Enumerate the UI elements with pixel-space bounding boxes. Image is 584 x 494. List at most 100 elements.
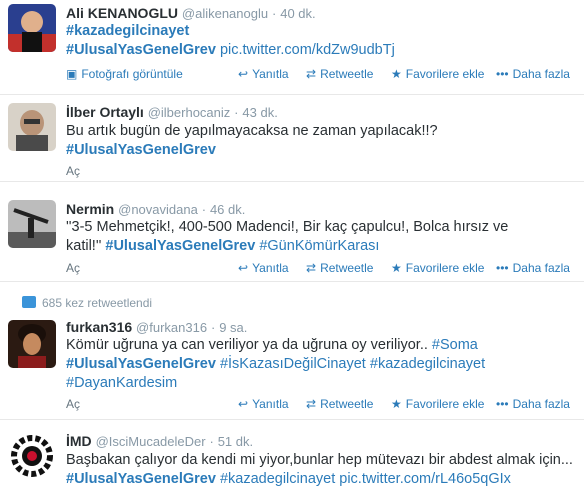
- reply-icon: ↩: [238, 397, 249, 411]
- hashtag-link[interactable]: #UlusalYasGenelGrev: [66, 142, 216, 158]
- tweet-line: #UlusalYasGenelGrev #İsKazasıDeğilCinaye…: [66, 355, 485, 374]
- star-icon: ★: [391, 397, 402, 411]
- username[interactable]: @alikenanoglu: [182, 6, 268, 21]
- reply-icon: ↩: [238, 67, 249, 81]
- tweet[interactable]: İMD @IsciMucadeleDer · 51 dk. Başbakan ç…: [0, 426, 584, 494]
- tweet-text-segment: katil!'': [66, 238, 106, 254]
- tweet-header: İMD @IsciMucadeleDer · 51 dk.: [66, 433, 254, 449]
- avatar[interactable]: [8, 432, 56, 480]
- fullname[interactable]: Ali KENANOGLU: [66, 5, 178, 21]
- retweet-context-icon: [22, 296, 36, 308]
- photo-icon: ▣: [66, 67, 78, 81]
- tweet[interactable]: İlber Ortaylı @ilberhocaniz · 43 dk. Bu …: [0, 95, 584, 182]
- tweet-line: #DayanKardesim: [66, 374, 485, 393]
- hashtag-link[interactable]: #UlusalYasGenelGrev: [66, 42, 216, 58]
- hashtag-link[interactable]: #GünKömürKarası: [259, 238, 379, 254]
- tweet-actions: Aç ↩ Yanıtla ⇄ Retweetle ★ Favorilere ekle …: [66, 261, 584, 277]
- avatar-image: [8, 103, 56, 151]
- hashtag-link[interactable]: #UlusalYasGenelGrev: [66, 356, 216, 372]
- retweet-button[interactable]: ⇄ Retweetle: [306, 397, 373, 411]
- tweet-stream: Ali KENANOGLU @alikenanoglu · 40 dk. #ka…: [0, 0, 584, 494]
- tweet[interactable]: Ali KENANOGLU @alikenanoglu · 40 dk. #ka…: [0, 0, 584, 95]
- retweet-icon: ⇄: [306, 397, 317, 411]
- tweet-text-segment: Kömür uğruna ya can veriliyor ya da uğru…: [66, 337, 432, 353]
- username[interactable]: @furkan316: [136, 320, 207, 335]
- view-photo-button[interactable]: ▣ Fotoğrafı görüntüle: [66, 67, 183, 81]
- star-icon: ★: [391, 261, 402, 275]
- tweet-text: Bu artık bugün de yapılmayacaksa ne zama…: [66, 122, 438, 160]
- username[interactable]: @novavidana: [118, 202, 198, 217]
- hashtag-link[interactable]: #kazadegilcinayet: [66, 23, 189, 39]
- retweet-button[interactable]: ⇄ Retweetle: [306, 261, 373, 275]
- hashtag-link[interactable]: #kazadegilcinayet: [220, 471, 335, 487]
- avatar-image: [8, 200, 56, 248]
- reply-icon: ↩: [238, 261, 249, 275]
- timestamp[interactable]: 51 dk.: [218, 434, 253, 449]
- expand-button[interactable]: Aç: [66, 164, 80, 178]
- more-icon: •••: [496, 67, 509, 81]
- favorite-button[interactable]: ★ Favorilere ekle: [391, 397, 484, 411]
- avatar-image: [8, 320, 56, 368]
- timestamp[interactable]: 40 dk.: [280, 6, 315, 21]
- fullname[interactable]: furkan316: [66, 319, 132, 335]
- tweet-text-segment: ''3-5 Mehmetçik!, 400-500 Madenci!, Bir …: [66, 219, 509, 235]
- hashtag-link[interactable]: #DayanKardesim: [66, 375, 177, 391]
- expand-button[interactable]: Aç: [66, 397, 80, 411]
- reply-button[interactable]: ↩ Yanıtla: [238, 397, 289, 411]
- avatar[interactable]: [8, 4, 56, 52]
- more-icon: •••: [496, 261, 509, 275]
- tweet-line: Başbakan çalıyor da kendi mi yiyor,bunla…: [66, 451, 573, 470]
- more-button[interactable]: ••• Daha fazla: [496, 397, 570, 411]
- tweet-line: #UlusalYasGenelGrev #kazadegilcinayet pi…: [66, 470, 573, 489]
- avatar-image: [8, 432, 56, 480]
- fullname[interactable]: İlber Ortaylı: [66, 104, 144, 120]
- avatar-image: [8, 4, 56, 52]
- retweet-button[interactable]: ⇄ Retweetle: [306, 67, 373, 81]
- tweet-text: #kazadegilcinayet #UlusalYasGenelGrev pi…: [66, 22, 395, 60]
- fullname[interactable]: Nermin: [66, 201, 114, 217]
- tweet-line: #kazadegilcinayet: [66, 22, 395, 41]
- hashtag-link[interactable]: #UlusalYasGenelGrev: [105, 238, 255, 254]
- tweet-line: Bu artık bugün de yapılmayacaksa ne zama…: [66, 122, 438, 141]
- retweet-icon: ⇄: [306, 261, 317, 275]
- retweet-icon: ⇄: [306, 67, 317, 81]
- hashtag-link[interactable]: #İsKazasıDeğilCinayet: [220, 356, 366, 372]
- tweet-line: #UlusalYasGenelGrev pic.twitter.com/kdZw…: [66, 41, 395, 60]
- tweet[interactable]: 685 kez retweetlendi furkan316 @furkan31…: [0, 292, 584, 420]
- avatar[interactable]: [8, 320, 56, 368]
- favorite-button[interactable]: ★ Favorilere ekle: [391, 261, 484, 275]
- hashtag-link[interactable]: #UlusalYasGenelGrev: [66, 471, 216, 487]
- expand-button[interactable]: Aç: [66, 261, 80, 275]
- timestamp[interactable]: 46 dk.: [210, 202, 245, 217]
- fullname[interactable]: İMD: [66, 433, 92, 449]
- url-link[interactable]: pic.twitter.com/kdZw9udbTj: [220, 42, 395, 58]
- tweet[interactable]: Nermin @novavidana · 46 dk. ''3-5 Mehmet…: [0, 190, 584, 282]
- tweet-line: Kömür uğruna ya can veriliyor ya da uğru…: [66, 336, 485, 355]
- url-link[interactable]: pic.twitter.com/rL46o5qGIx: [339, 471, 511, 487]
- hashtag-link[interactable]: #kazadegilcinayet: [370, 356, 485, 372]
- tweet-actions: Aç ↩ Yanıtla ⇄ Retweetle ★ Favorilere ekle …: [66, 397, 584, 413]
- tweet-header: İlber Ortaylı @ilberhocaniz · 43 dk.: [66, 104, 278, 120]
- timestamp[interactable]: 9 sa.: [219, 320, 247, 335]
- avatar[interactable]: [8, 103, 56, 151]
- tweet-header: furkan316 @furkan316 · 9 sa.: [66, 319, 248, 335]
- more-button[interactable]: ••• Daha fazla: [496, 67, 570, 81]
- username[interactable]: @IsciMucadeleDer: [96, 434, 206, 449]
- tweet-header: Ali KENANOGLU @alikenanoglu · 40 dk.: [66, 5, 316, 21]
- tweet-line: ''3-5 Mehmetçik!, 400-500 Madenci!, Bir …: [66, 218, 508, 237]
- hashtag-link[interactable]: #Soma: [432, 337, 478, 353]
- tweet-text-segment: Bu artık bugün de yapılmayacaksa ne zama…: [66, 123, 438, 139]
- star-icon: ★: [391, 67, 402, 81]
- tweet-text: Başbakan çalıyor da kendi mi yiyor,bunla…: [66, 451, 573, 489]
- tweet-actions: ▣ Fotoğrafı görüntüle ↩ Yanıtla ⇄ Retweetle…: [66, 67, 584, 83]
- avatar[interactable]: [8, 200, 56, 248]
- retweet-context[interactable]: 685 kez retweetlendi: [42, 296, 152, 310]
- reply-button[interactable]: ↩ Yanıtla: [238, 67, 289, 81]
- username[interactable]: @ilberhocaniz: [148, 105, 231, 120]
- timestamp[interactable]: 43 dk.: [242, 105, 277, 120]
- favorite-button[interactable]: ★ Favorilere ekle: [391, 67, 484, 81]
- tweet-line: #UlusalYasGenelGrev: [66, 141, 438, 160]
- tweet-actions: Aç: [66, 164, 584, 180]
- reply-button[interactable]: ↩ Yanıtla: [238, 261, 289, 275]
- more-button[interactable]: ••• Daha fazla: [496, 261, 570, 275]
